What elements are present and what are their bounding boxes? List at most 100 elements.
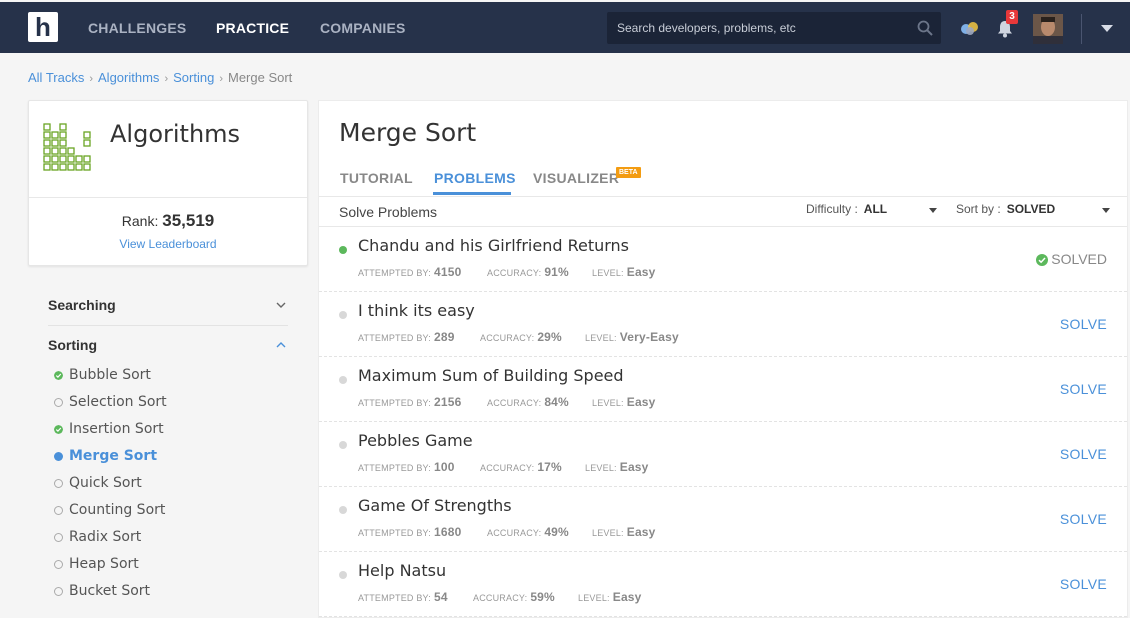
- solve-button[interactable]: SOLVE: [1060, 511, 1107, 527]
- attempted-count: 54: [433, 590, 448, 604]
- level-label: Level:: [578, 593, 610, 603]
- tab-visualizer[interactable]: VISUALIZER: [533, 170, 619, 186]
- sidebar-item-label: Counting Sort: [69, 502, 166, 518]
- accuracy-label: Accuracy:: [487, 528, 542, 538]
- problem-title[interactable]: Game Of Strengths: [358, 496, 512, 515]
- account-dropdown-icon[interactable]: [1101, 25, 1113, 32]
- attempted-label: Attempted by:: [358, 268, 431, 278]
- difficulty-filter-dropdown[interactable]: Difficulty : ALL: [806, 202, 937, 216]
- problem-row[interactable]: Pebbles Game Attempted by: 100 Accuracy: 1…: [319, 422, 1127, 487]
- breadcrumb-separator-icon: ›: [164, 73, 169, 85]
- rank-label: Rank:: [121, 213, 159, 229]
- accuracy-value: 84%: [544, 395, 569, 409]
- breadcrumb-algorithms[interactable]: Algorithms: [98, 70, 159, 85]
- tab-tutorial[interactable]: TUTORIAL: [340, 170, 413, 186]
- rank-display: Rank: 35,519: [29, 211, 307, 231]
- solved-status-dot-icon: [339, 246, 347, 254]
- sidebar-item-label: Quick Sort: [69, 475, 142, 491]
- level-value: Easy: [626, 395, 656, 409]
- attempted-by-meta: Attempted by: 4150: [358, 265, 461, 279]
- sprints-orb-icon[interactable]: [960, 21, 980, 35]
- hackerearth-logo[interactable]: h: [28, 12, 58, 42]
- attempted-label: Attempted by:: [358, 333, 431, 343]
- accuracy-label: Accuracy:: [480, 333, 535, 343]
- nav-companies[interactable]: COMPANIES: [320, 20, 406, 36]
- attempted-by-meta: Attempted by: 289: [358, 330, 455, 344]
- section-label: Searching: [48, 297, 116, 313]
- problem-row[interactable]: Help Natsu Attempted by: 54 Accuracy: 59% …: [319, 552, 1127, 617]
- accuracy-label: Accuracy:: [487, 398, 542, 408]
- section-label: Sorting: [48, 337, 97, 353]
- breadcrumb-separator-icon: ›: [219, 73, 223, 85]
- problem-row[interactable]: I think its easy Attempted by: 289 Accura…: [319, 292, 1127, 357]
- unsolved-circle-icon: [54, 533, 63, 542]
- sort-by-dropdown[interactable]: Sort by : SOLVED: [956, 202, 1111, 216]
- accuracy-meta: Accuracy: 29%: [480, 330, 562, 344]
- solve-button[interactable]: SOLVE: [1060, 316, 1107, 332]
- card-divider: [29, 197, 307, 198]
- unsolved-circle-icon: [54, 479, 63, 488]
- tab-problems[interactable]: PROBLEMS: [434, 170, 516, 186]
- problem-title[interactable]: Maximum Sum of Building Speed: [358, 366, 624, 385]
- user-avatar[interactable]: [1033, 14, 1063, 44]
- search-icon[interactable]: [917, 20, 933, 36]
- problem-title[interactable]: Chandu and his Girlfriend Returns: [358, 236, 629, 255]
- tabs-divider: [319, 196, 1127, 197]
- search-box: [607, 12, 941, 44]
- difficulty-label: Difficulty :: [806, 202, 858, 216]
- unsolved-status-dot-icon: [339, 376, 347, 384]
- track-card: Algorithms Rank: 35,519 View Leaderboard: [28, 100, 308, 266]
- level-value: Easy: [612, 590, 642, 604]
- breadcrumb-all-tracks[interactable]: All Tracks: [28, 70, 84, 85]
- attempted-label: Attempted by:: [358, 398, 431, 408]
- nav-challenges[interactable]: CHALLENGES: [88, 20, 186, 36]
- problem-title[interactable]: Pebbles Game: [358, 431, 473, 450]
- sidebar-item-label: Heap Sort: [69, 556, 139, 572]
- attempted-count: 289: [433, 330, 455, 344]
- unsolved-status-dot-icon: [339, 506, 347, 514]
- problem-title[interactable]: Help Natsu: [358, 561, 446, 580]
- active-tab-indicator: [433, 192, 511, 195]
- unsolved-status-dot-icon: [339, 441, 347, 449]
- attempted-by-meta: Attempted by: 54: [358, 590, 448, 604]
- attempted-by-meta: Attempted by: 100: [358, 460, 455, 474]
- view-leaderboard-link[interactable]: View Leaderboard: [29, 237, 307, 251]
- section-divider: [48, 325, 288, 326]
- attempted-count: 1680: [433, 525, 462, 539]
- nav-practice[interactable]: PRACTICE: [216, 20, 289, 36]
- attempted-by-meta: Attempted by: 1680: [358, 525, 461, 539]
- attempted-count: 4150: [433, 265, 462, 279]
- problem-row[interactable]: Game Of Strengths Attempted by: 1680 Accu…: [319, 487, 1127, 552]
- problem-title[interactable]: I think its easy: [358, 301, 475, 320]
- beta-badge: BETA: [616, 167, 641, 178]
- problem-row[interactable]: Maximum Sum of Building Speed Attempted …: [319, 357, 1127, 422]
- level-label: Level:: [585, 463, 617, 473]
- solve-button[interactable]: SOLVE: [1060, 446, 1107, 462]
- attempted-label: Attempted by:: [358, 463, 431, 473]
- solve-button[interactable]: SOLVE: [1060, 576, 1107, 592]
- attempted-count: 100: [433, 460, 455, 474]
- notification-count-badge: 3: [1006, 10, 1018, 24]
- accuracy-meta: Accuracy: 59%: [473, 590, 555, 604]
- breadcrumb-sorting[interactable]: Sorting: [173, 70, 214, 85]
- solve-button[interactable]: SOLVE: [1060, 381, 1107, 397]
- sidebar-section-sorting[interactable]: Sorting: [48, 337, 288, 353]
- sidebar-item-label: Radix Sort: [69, 529, 142, 545]
- unsolved-status-dot-icon: [339, 571, 347, 579]
- solved-check-icon: [54, 371, 63, 380]
- main-panel: Merge Sort TUTORIAL PROBLEMS VISUALIZER …: [318, 100, 1128, 618]
- unsolved-circle-icon: [54, 587, 63, 596]
- level-value: Easy: [626, 265, 656, 279]
- track-title: Algorithms: [110, 120, 241, 148]
- search-input[interactable]: [607, 12, 907, 44]
- attempted-label: Attempted by:: [358, 593, 431, 603]
- sidebar-section-searching[interactable]: Searching: [48, 297, 288, 313]
- solved-check-icon: [54, 425, 63, 434]
- accuracy-meta: Accuracy: 49%: [487, 525, 569, 539]
- sidebar-item-label: Insertion Sort: [69, 421, 164, 437]
- problem-row[interactable]: Chandu and his Girlfriend Returns Attemp…: [319, 227, 1127, 292]
- breadcrumb: All Tracks › Algorithms › Sorting › Merge Sort: [28, 70, 292, 85]
- solve-problems-heading: Solve Problems: [339, 204, 438, 220]
- logo-letter: h: [35, 12, 51, 42]
- caret-down-icon: [1102, 208, 1110, 213]
